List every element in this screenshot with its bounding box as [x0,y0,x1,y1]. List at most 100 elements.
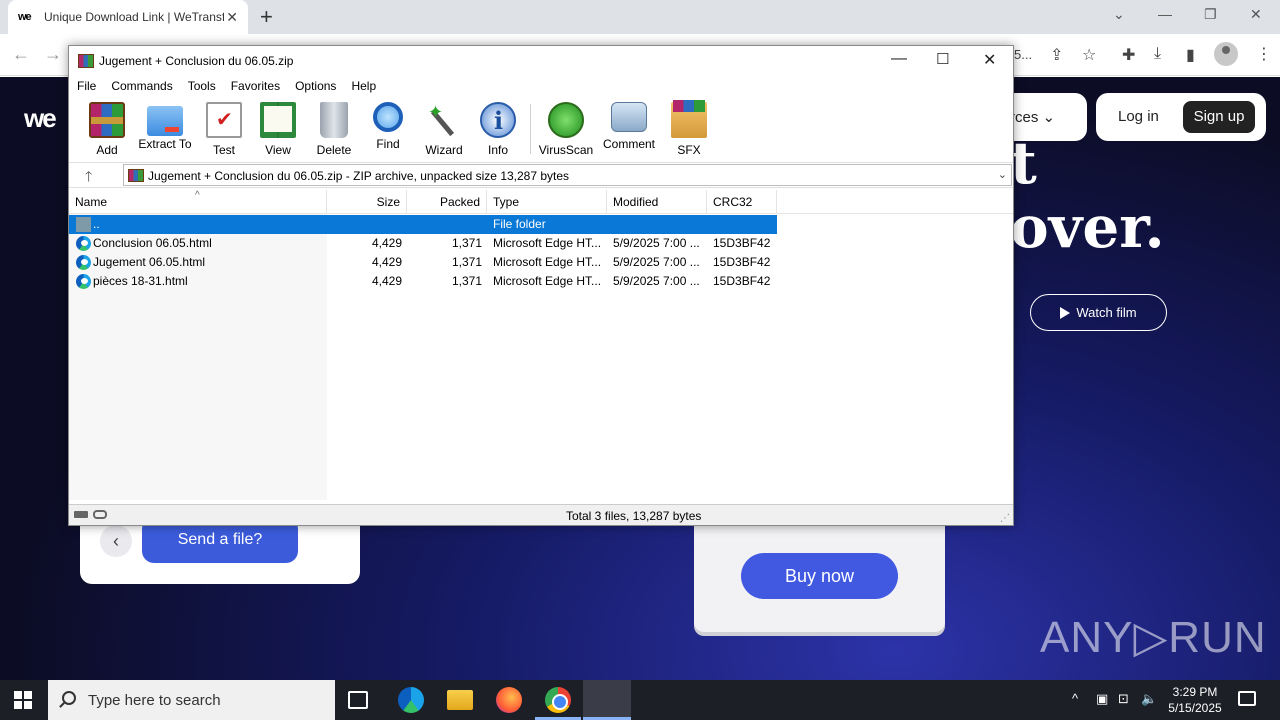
menu-dots-icon[interactable]: ⋮ [1256,44,1272,64]
tool-find-button[interactable]: Find [360,102,416,151]
profile-avatar-icon[interactable] [1214,42,1238,66]
winrar-close-icon[interactable]: ✕ [983,50,996,70]
windows-start-icon[interactable] [14,691,32,709]
menu-tools[interactable]: Tools [188,76,216,96]
virusscan-bug-icon [548,102,584,138]
chrome-taskbar-icon[interactable] [545,687,571,713]
hero-headline-line1: t [1010,129,1037,197]
tool-virusscan-button[interactable]: VirusScan [537,102,595,157]
comment-icon [611,102,647,132]
tool-add-button[interactable]: Add [79,102,135,157]
tool-sfx-button[interactable]: SFX [661,100,717,157]
column-crc32[interactable]: CRC32 [707,190,777,214]
back-arrow-icon[interactable]: ← [12,44,30,65]
buy-now-button[interactable]: Buy now [741,553,898,599]
close-icon[interactable]: ✕ [1250,6,1262,23]
file-list: .. File folder Conclusion 06.05.html 4,4… [69,214,1013,500]
browser-tab[interactable]: we Unique Download Link | WeTransfer ✕ [8,0,248,34]
watch-film-label: Watch film [1076,305,1137,320]
sort-ascending-icon: ^ [195,190,200,201]
tool-test-button[interactable]: Test [196,102,252,157]
file-modified: 5/9/2025 7:00 ... [613,255,700,269]
winrar-pathbar: 🡑 Jugement + Conclusion du 06.05.zip - Z… [69,162,1013,188]
edge-html-file-icon [76,236,91,251]
key-icon[interactable] [93,510,107,519]
network-icon[interactable]: ⊡ [1118,691,1129,707]
extensions-puzzle-icon[interactable]: ✚ [1122,45,1135,65]
menu-file[interactable]: File [77,76,96,96]
new-tab-button[interactable]: + [260,4,273,30]
column-modified[interactable]: Modified [607,190,707,214]
tool-wizard-button[interactable]: Wizard [416,102,472,157]
tool-label: Test [212,143,235,157]
list-item-parent-folder[interactable]: .. File folder [69,215,777,234]
file-list-header: ^ Name Size Packed Type Modified CRC32 [69,190,1013,214]
edge-html-file-icon [76,255,91,270]
edge-taskbar-icon[interactable] [398,687,424,713]
taskbar-clock[interactable]: 3:29 PM 5/15/2025 [1160,684,1230,716]
list-item[interactable]: Jugement 06.05.html 4,429 1,371 Microsof… [69,253,777,272]
winrar-taskbar-button[interactable] [583,680,631,720]
wetransfer-logo[interactable]: we [24,103,57,134]
notification-icon[interactable] [1238,691,1256,706]
tool-delete-button[interactable]: Delete [306,102,362,157]
menu-help[interactable]: Help [351,76,376,96]
winrar-toolbar: Add Extract To Test View Delete Find Wiz… [69,98,1013,158]
menu-options[interactable]: Options [295,76,336,96]
file-packed: 1,371 [451,255,482,269]
watch-film-button[interactable]: Watch film [1030,294,1167,331]
column-type[interactable]: Type [487,190,607,214]
tool-label: Extract To [138,137,192,151]
side-panel-icon[interactable]: ▮ [1186,45,1195,65]
taskbar-search-box[interactable]: Type here to search [48,680,335,720]
tray-device-icon[interactable]: ▣ [1096,691,1108,707]
tool-comment-button[interactable]: Comment [601,102,657,151]
file-explorer-taskbar-icon[interactable] [447,690,473,710]
share-icon[interactable]: ⇪ [1050,45,1063,65]
folder-icon [76,217,91,232]
file-packed: 1,371 [451,236,482,250]
chevron-down-icon[interactable]: ⌄ [998,168,1007,181]
tray-chevron-up-icon[interactable]: ^ [1072,691,1078,706]
volume-icon[interactable]: 🔈 [1141,691,1157,707]
column-name[interactable]: ^ Name [69,190,327,214]
minimize-icon[interactable]: — [1158,6,1172,22]
edge-html-file-icon [76,274,91,289]
up-folder-arrow-icon[interactable]: 🡑 [85,166,92,190]
auth-pill: Log in Sign up [1096,93,1266,141]
column-packed[interactable]: Packed [407,190,487,214]
chevron-left-icon[interactable]: ‹ [100,525,132,557]
list-item[interactable]: pièces 18-31.html 4,429 1,371 Microsoft … [69,272,777,291]
tab-search-icon[interactable]: ⌄ [1113,6,1125,23]
archive-path-dropdown[interactable]: Jugement + Conclusion du 06.05.zip - ZIP… [123,164,1012,186]
address-bar-partial[interactable]: 5... [1014,47,1032,62]
task-view-icon[interactable] [348,691,368,709]
list-item[interactable]: Conclusion 06.05.html 4,429 1,371 Micros… [69,234,777,253]
firefox-taskbar-icon[interactable] [496,687,522,713]
info-icon [480,102,516,138]
tool-info-button[interactable]: Info [470,102,526,157]
download-icon[interactable]: ⤓ [1154,45,1161,63]
file-name: Jugement 06.05.html [93,255,206,269]
column-size[interactable]: Size [327,190,407,214]
windows-taskbar: Type here to search ^ ▣ ⊡ 🔈 3:29 PM 5/15… [0,680,1280,720]
file-type: File folder [493,217,546,231]
archive-path-text: Jugement + Conclusion du 06.05.zip - ZIP… [148,169,570,183]
resize-grip-icon[interactable]: ⋰ [1000,513,1010,524]
restore-icon[interactable]: ❐ [1204,6,1217,23]
tool-view-button[interactable]: View [250,102,306,157]
winrar-minimize-icon[interactable]: — [891,50,907,68]
login-link[interactable]: Log in [1118,108,1159,125]
winrar-titlebar: Jugement + Conclusion du 06.05.zip — ☐ ✕ [69,46,1013,76]
file-crc: 15D3BF42 [713,236,771,250]
forward-arrow-icon[interactable]: → [44,44,62,65]
tool-extract-button[interactable]: Extract To [137,102,193,151]
signup-button[interactable]: Sign up [1183,101,1255,133]
menu-favorites[interactable]: Favorites [231,76,280,96]
drive-icon[interactable] [74,511,88,518]
menu-commands[interactable]: Commands [111,76,172,96]
toolbar-separator [530,104,531,154]
winrar-maximize-icon[interactable]: ☐ [936,50,949,68]
bookmark-star-icon[interactable]: ☆ [1082,45,1096,65]
tab-close-icon[interactable]: ✕ [226,9,238,26]
